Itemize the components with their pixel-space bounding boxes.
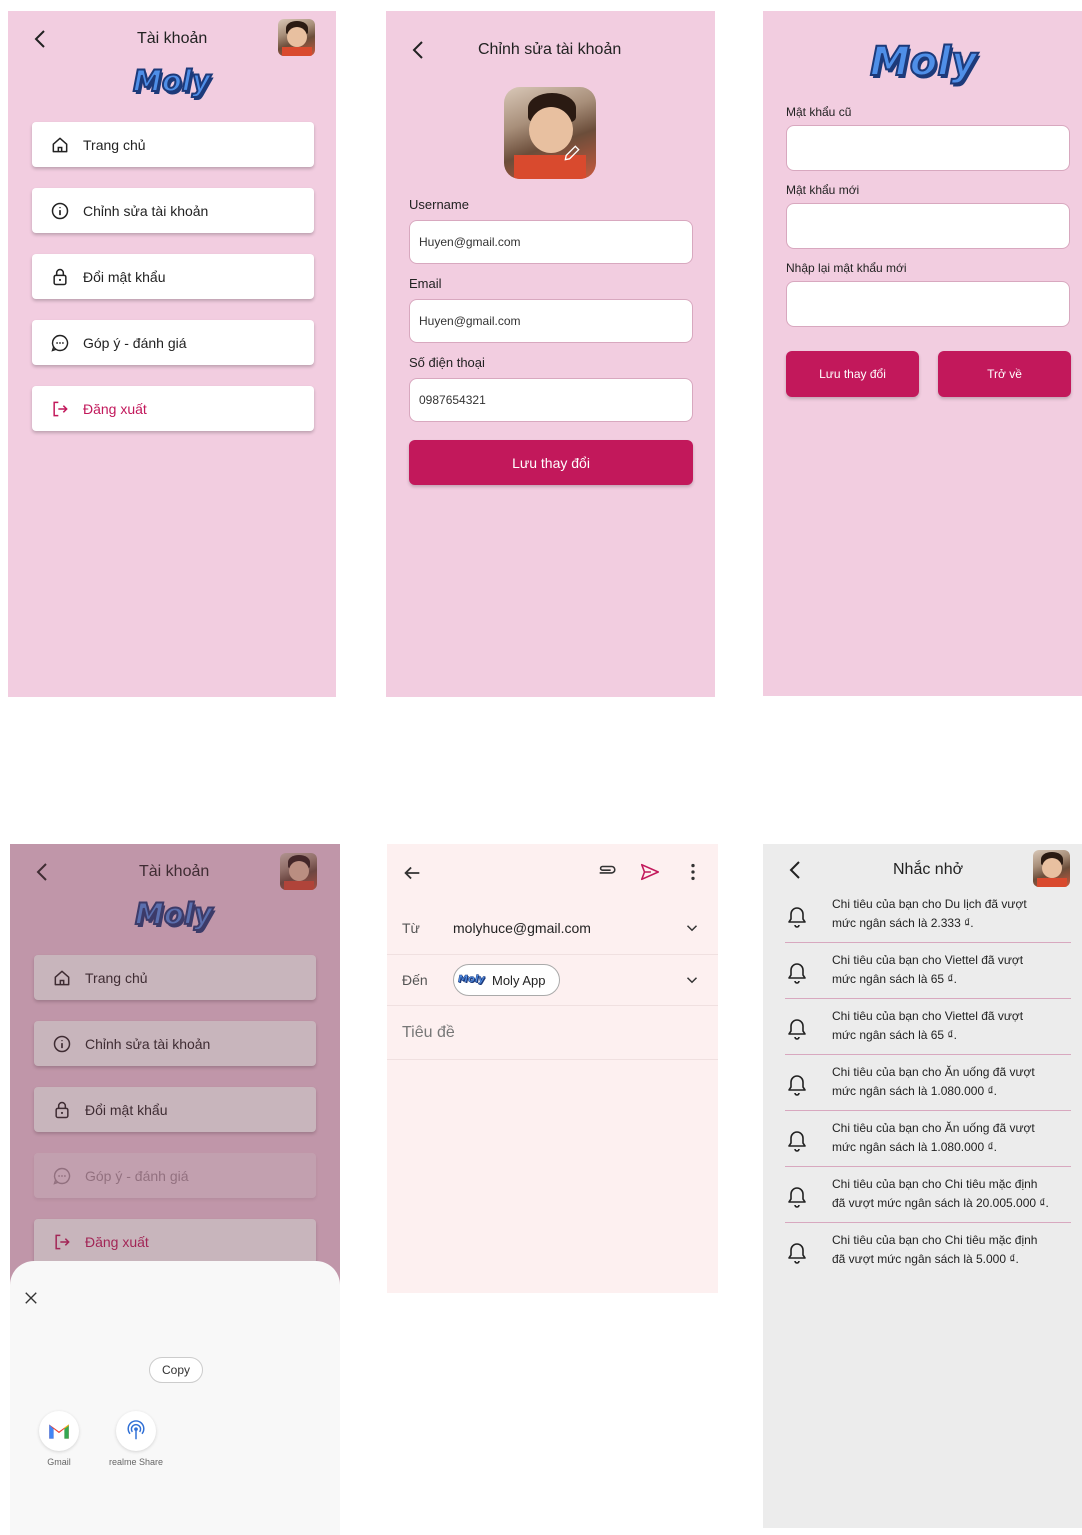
change-password-screen: Moly Mật khẩu cũ Mật khẩu mới Nhập lại m… — [763, 11, 1082, 696]
close-icon[interactable] — [22, 1289, 40, 1307]
moly-logo: Moly — [132, 63, 212, 99]
menu-item-logout[interactable]: Đăng xuất — [32, 386, 314, 431]
reminder-text: Chi tiêu của bạn cho Ăn uống đã vượt mức … — [832, 1065, 1035, 1098]
send-icon[interactable] — [639, 861, 661, 883]
arrow-left-icon[interactable] — [401, 862, 423, 884]
mail-compose-screen: Từ molyhuce@gmail.com Đến Moly Moly App … — [387, 844, 718, 1293]
reminder-text: Chi tiêu của bạn cho Viettel đã vượt mức … — [832, 1009, 1024, 1042]
reminder-text: Chi tiêu của bạn cho Viettel đã vượt mức … — [832, 953, 1024, 986]
reminder-item[interactable]: Chi tiêu của bạn cho Du lịch đã vượt mức … — [785, 887, 1071, 943]
profile-avatar[interactable] — [504, 87, 596, 179]
paperclip-icon[interactable] — [596, 861, 618, 883]
recipient-name: Moly App — [492, 973, 546, 988]
menu-item-edit-account[interactable]: Chỉnh sửa tài khoản — [32, 188, 314, 233]
username-field[interactable]: Huyen@gmail.com — [409, 220, 693, 264]
chevron-down-icon[interactable] — [683, 919, 701, 937]
bell-icon — [788, 907, 806, 928]
reminder-item[interactable]: Chi tiêu của bạn cho Viettel đã vượt mức … — [785, 999, 1071, 1055]
phone-field[interactable]: 0987654321 — [409, 378, 693, 422]
subject-row[interactable]: Tiêu đề — [387, 1006, 718, 1060]
reminder-screen: Nhắc nhở Chi tiêu của bạn cho Du lịch đã… — [763, 844, 1082, 1528]
more-vertical-icon[interactable] — [682, 861, 704, 883]
from-value: molyhuce@gmail.com — [453, 920, 591, 936]
menu-item-label: Góp ý - đánh giá — [83, 334, 187, 351]
email-label: Email — [409, 276, 442, 291]
logout-icon — [49, 398, 71, 420]
phone-label: Số điện thoại — [409, 355, 485, 370]
info-icon — [49, 200, 71, 222]
share-screen: Tài khoản Moly Trang chủ Chỉnh sửa tài k… — [10, 844, 340, 1535]
realme-share-icon — [116, 1411, 156, 1451]
menu-item-home[interactable]: Trang chủ — [32, 122, 314, 167]
body-area[interactable] — [387, 1060, 718, 1293]
to-label: Đến — [402, 972, 428, 988]
reminder-item[interactable]: Chi tiêu của bạn cho Ăn uống đã vượt mức … — [785, 1111, 1071, 1167]
chevron-left-icon — [34, 30, 45, 48]
copy-button[interactable]: Copy — [149, 1357, 203, 1383]
from-label: Từ — [402, 920, 420, 936]
reminder-item[interactable]: Chi tiêu của bạn cho Viettel đã vượt mức … — [785, 943, 1071, 999]
edit-account-screen: Chỉnh sửa tài khoản Username Huyen@gmail… — [386, 11, 715, 697]
bell-icon — [788, 1131, 806, 1152]
old-password-field[interactable] — [786, 125, 1070, 171]
email-field[interactable]: Huyen@gmail.com — [409, 299, 693, 343]
gmail-icon — [39, 1411, 79, 1451]
new-password-label: Mật khẩu mới — [786, 183, 860, 197]
home-icon — [49, 134, 71, 156]
chevron-left-icon — [789, 861, 800, 879]
lock-icon — [49, 266, 71, 288]
recipient-chip[interactable]: Moly Moly App — [453, 964, 560, 996]
pencil-icon[interactable] — [562, 143, 582, 163]
menu-item-label: Chỉnh sửa tài khoản — [83, 202, 209, 219]
back-button[interactable]: Trở về — [938, 351, 1071, 397]
page-title: Tài khoản — [137, 30, 208, 47]
avatar[interactable] — [1033, 850, 1070, 887]
reminder-text: Chi tiêu của bạn cho Ăn uống đã vượt mức … — [832, 1121, 1035, 1154]
share-app-label: Gmail — [47, 1457, 71, 1467]
chat-icon — [49, 332, 71, 354]
share-sheet: Copy Gmail realme Share — [10, 1261, 340, 1535]
reminder-text: Chi tiêu của bạn cho Chi tiêu mặc định đã… — [832, 1233, 1038, 1266]
username-label: Username — [409, 197, 469, 212]
bell-icon — [788, 1019, 806, 1040]
share-app-realme[interactable]: realme Share — [106, 1407, 166, 1477]
chevron-down-icon[interactable] — [683, 971, 701, 989]
from-row[interactable]: Từ molyhuce@gmail.com — [387, 902, 718, 955]
back-button[interactable] — [784, 858, 808, 882]
page-title: Chỉnh sửa tài khoản — [478, 41, 622, 58]
page-title: Nhắc nhở — [893, 861, 964, 878]
avatar[interactable] — [278, 19, 315, 56]
bell-icon — [788, 963, 806, 984]
menu-item-feedback[interactable]: Góp ý - đánh giá — [32, 320, 314, 365]
back-button[interactable] — [407, 38, 431, 62]
reminder-item[interactable]: Chi tiêu của bạn cho Chi tiêu mặc định đã… — [785, 1167, 1071, 1223]
share-app-gmail[interactable]: Gmail — [36, 1407, 82, 1477]
moly-logo: Moly — [869, 38, 978, 86]
confirm-password-field[interactable] — [786, 281, 1070, 327]
account-screen: Tài khoản Moly Trang chủ Chỉnh sửa tài k… — [8, 11, 336, 697]
subject-input[interactable]: Tiêu đề — [402, 1024, 455, 1042]
save-button[interactable]: Lưu thay đổi — [409, 440, 693, 485]
bell-icon — [788, 1243, 806, 1264]
bell-icon — [788, 1187, 806, 1208]
menu-item-label: Trang chủ — [83, 136, 146, 153]
chevron-left-icon — [412, 41, 423, 59]
menu-item-label: Đăng xuất — [83, 400, 147, 417]
menu-item-change-password[interactable]: Đổi mật khẩu — [32, 254, 314, 299]
old-password-label: Mật khẩu cũ — [786, 105, 852, 119]
reminder-text: Chi tiêu của bạn cho Chi tiêu mặc định đã… — [832, 1177, 1049, 1210]
new-password-field[interactable] — [786, 203, 1070, 249]
confirm-password-label: Nhập lại mật khẩu mới — [786, 261, 907, 275]
back-button[interactable] — [29, 27, 53, 51]
reminder-text: Chi tiêu của bạn cho Du lịch đã vượt mức … — [832, 897, 1027, 930]
moly-chip-logo: Moly — [458, 974, 485, 986]
reminder-item[interactable]: Chi tiêu của bạn cho Chi tiêu mặc định đã… — [785, 1223, 1071, 1279]
bell-icon — [788, 1075, 806, 1096]
save-button[interactable]: Lưu thay đổi — [786, 351, 919, 397]
share-app-label: realme Share — [108, 1457, 164, 1467]
to-row[interactable]: Đến Moly Moly App — [387, 955, 718, 1006]
menu-item-label: Đổi mật khẩu — [83, 268, 166, 285]
reminder-item[interactable]: Chi tiêu của bạn cho Ăn uống đã vượt mức … — [785, 1055, 1071, 1111]
